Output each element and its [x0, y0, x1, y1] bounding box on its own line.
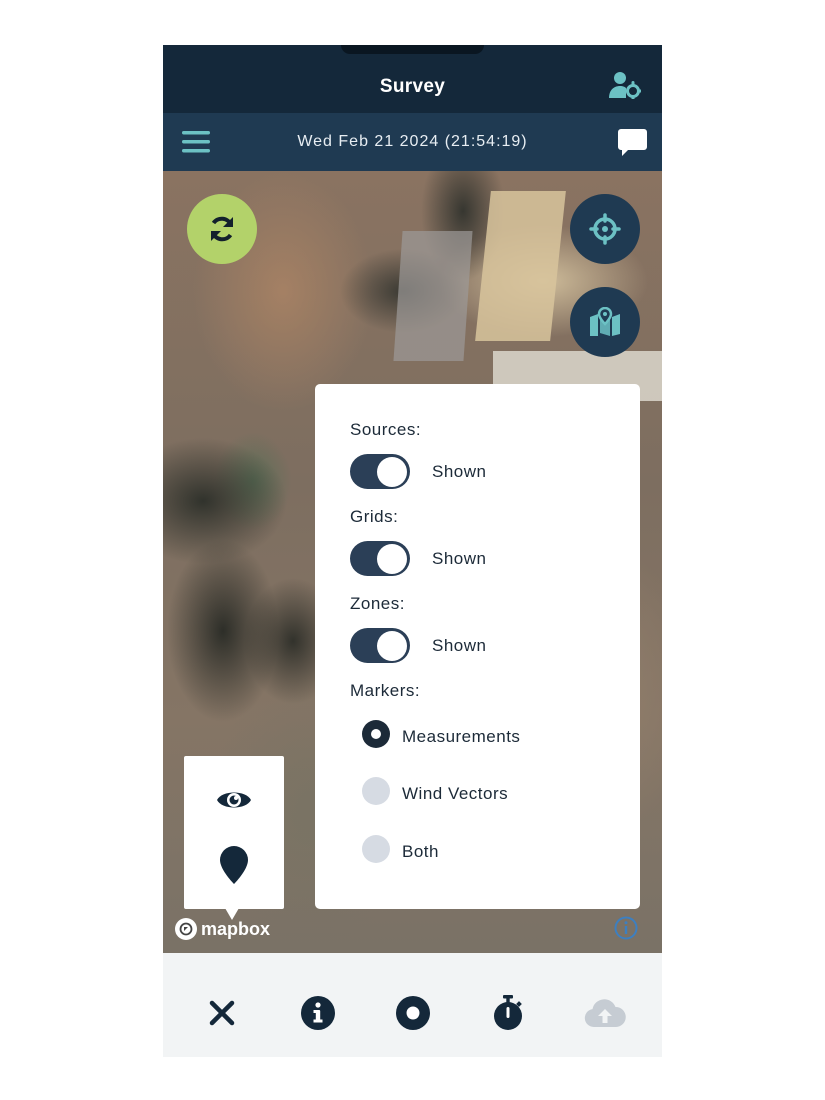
radio-both[interactable]	[362, 835, 390, 863]
timer-button[interactable]	[490, 995, 526, 1031]
satellite-map[interactable]: Sources: Shown Grids: Shown Zones: Shown…	[163, 171, 662, 953]
locate-me-button[interactable]	[570, 194, 640, 264]
refresh-button[interactable]	[187, 194, 257, 264]
mapbox-logo-icon	[175, 918, 197, 940]
record-button[interactable]	[395, 995, 431, 1031]
info-icon[interactable]	[614, 916, 638, 940]
date-bar: Wed Feb 21 2024 (21:54:19)	[163, 113, 662, 171]
close-button[interactable]	[204, 995, 240, 1031]
crosshair-icon	[589, 213, 621, 245]
layer-options-panel: Sources: Shown Grids: Shown Zones: Shown…	[315, 384, 640, 909]
user-gear-icon[interactable]	[609, 71, 641, 99]
map-layers-button[interactable]	[570, 287, 640, 357]
grids-label: Grids:	[350, 507, 399, 526]
info-circle-icon	[301, 996, 335, 1030]
refresh-icon	[211, 216, 233, 242]
device-notch	[341, 45, 484, 54]
layer-toggle-panel	[184, 756, 284, 920]
zones-state: Shown	[432, 636, 487, 655]
cloud-upload-icon	[584, 999, 626, 1028]
radio-measurements[interactable]	[362, 720, 390, 748]
app-screen: Survey Wed Feb 21 2024 (21:54:19) Source…	[163, 45, 662, 1057]
map-marker-icon[interactable]	[220, 846, 248, 884]
radio-wind-vectors-label[interactable]: Wind Vectors	[402, 784, 508, 804]
zones-toggle[interactable]	[350, 628, 410, 663]
map-roof	[475, 191, 566, 341]
toggle-knob	[377, 544, 407, 574]
upload-button[interactable]	[584, 995, 626, 1031]
grids-state: Shown	[432, 549, 487, 568]
grids-toggle[interactable]	[350, 541, 410, 576]
date-time-label: Wed Feb 21 2024 (21:54:19)	[297, 133, 528, 150]
sources-label: Sources:	[350, 420, 422, 439]
sources-state: Shown	[432, 462, 487, 481]
sources-toggle[interactable]	[350, 454, 410, 489]
map-road	[393, 231, 473, 361]
stopwatch-icon	[494, 995, 522, 1030]
bottom-toolbar	[163, 953, 662, 1057]
radio-wind-vectors[interactable]	[362, 777, 390, 805]
radio-measurements-label[interactable]: Measurements	[402, 727, 520, 747]
info-button[interactable]	[300, 995, 336, 1031]
chat-bubble-icon[interactable]	[618, 129, 647, 156]
eye-icon[interactable]	[216, 782, 252, 818]
markers-label: Markers:	[350, 681, 421, 700]
mapbox-logo: mapbox	[175, 917, 270, 941]
radio-both-label[interactable]: Both	[402, 842, 439, 862]
page-title: Survey	[379, 76, 446, 97]
zones-label: Zones:	[350, 594, 405, 613]
title-bar: Survey	[163, 45, 662, 113]
map-pin-icon	[590, 307, 620, 336]
mapbox-logo-text: mapbox	[201, 918, 271, 939]
close-icon	[209, 1000, 235, 1026]
toggle-knob	[377, 457, 407, 487]
record-icon	[396, 996, 430, 1030]
toggle-knob	[377, 631, 407, 661]
